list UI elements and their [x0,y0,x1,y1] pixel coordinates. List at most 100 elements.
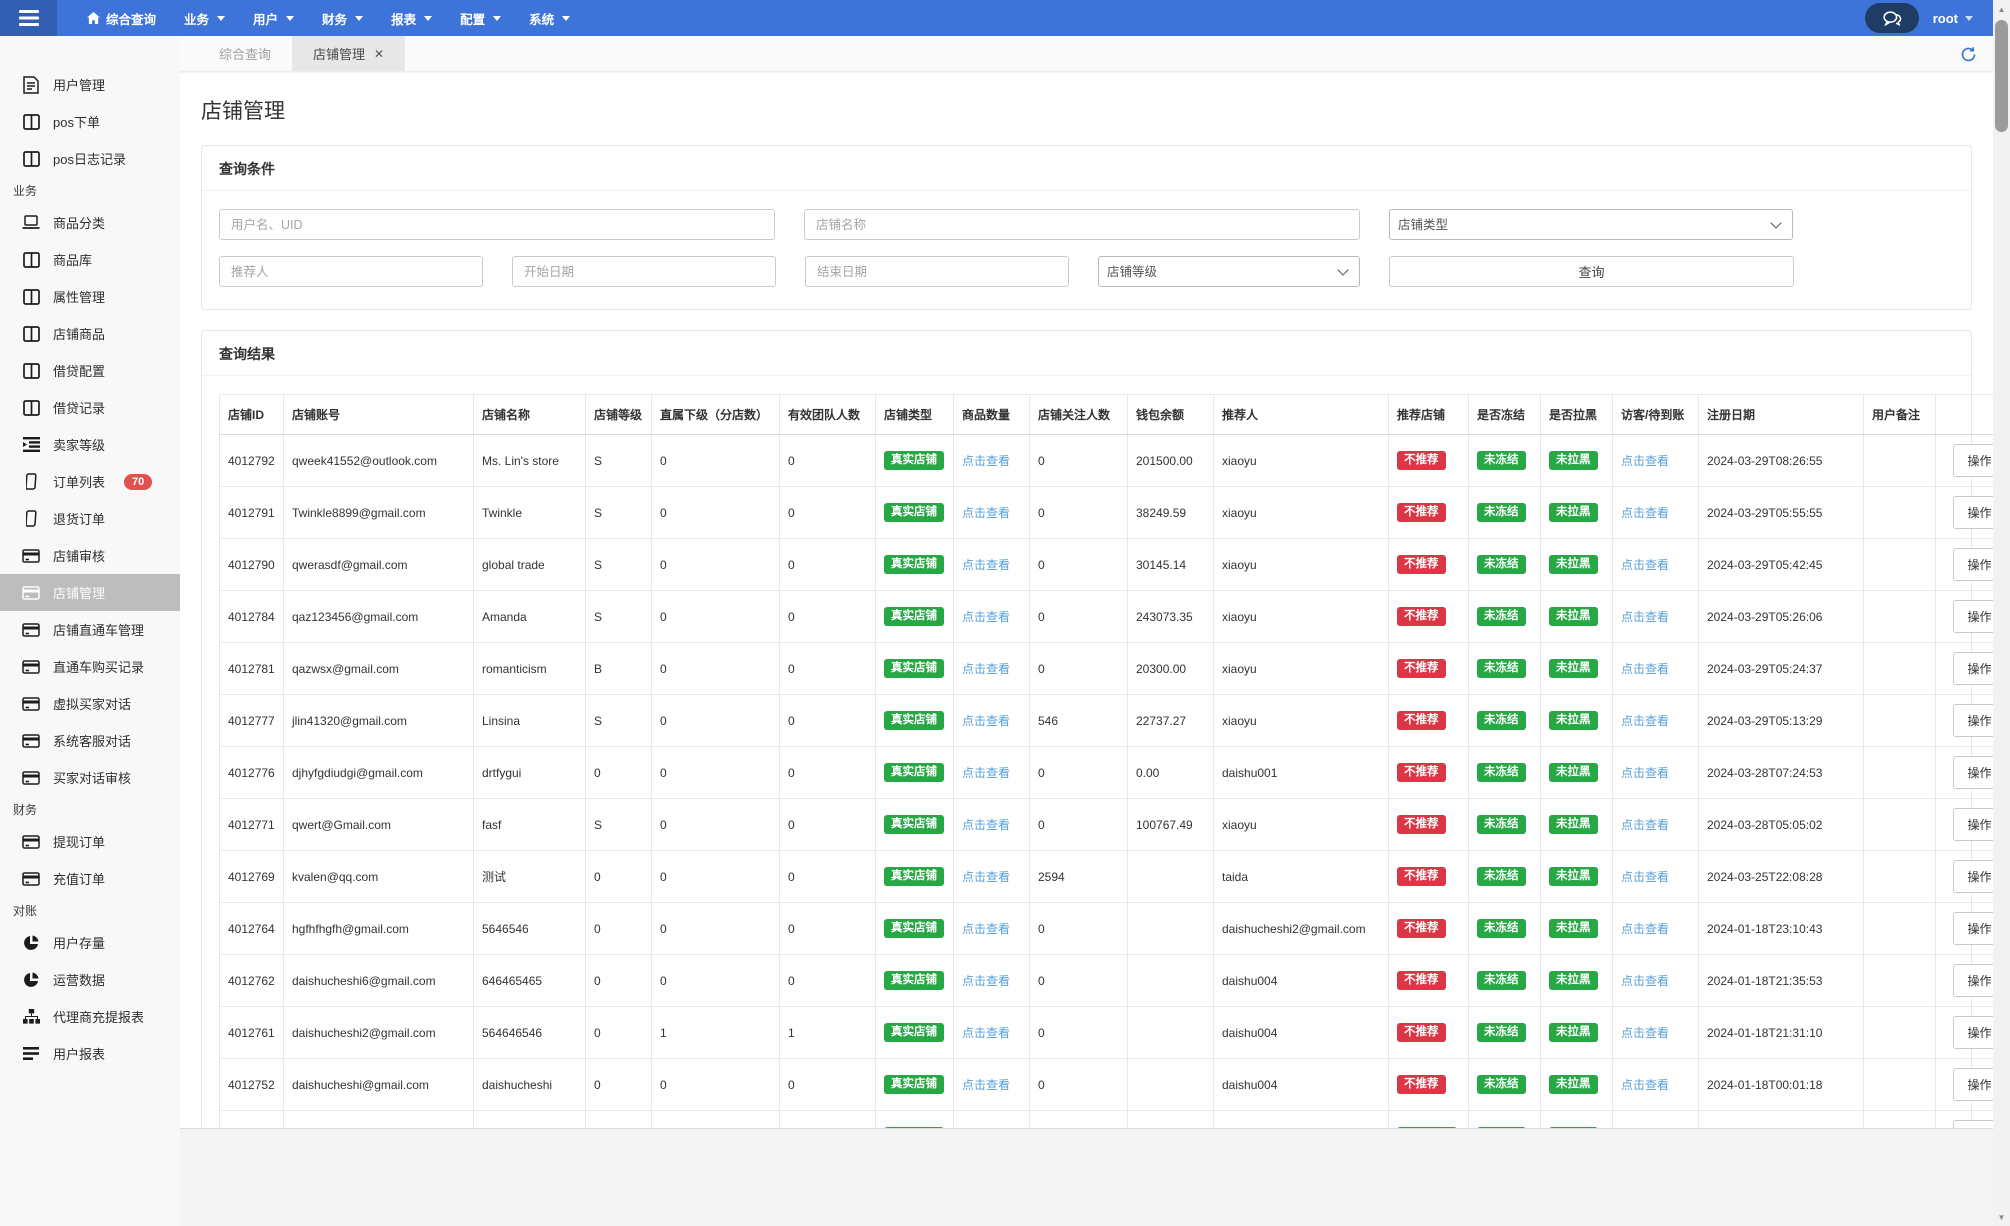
sidebar-item-代理商充提报表[interactable]: 代理商充提报表 [0,998,180,1035]
end-date-input[interactable] [805,256,1069,287]
sidebar-item-商品库[interactable]: 商品库 [0,241,180,278]
shop-type-select[interactable]: 店铺类型 [1389,209,1793,240]
sidebar-item-退货订单[interactable]: 退货订单 [0,500,180,537]
action-button[interactable]: 操作 [1954,601,1993,632]
referrer-input[interactable] [219,256,483,287]
visitor-link[interactable]: 点击查看 [1621,714,1669,728]
sidebar-item-用户报表[interactable]: 用户报表 [0,1035,180,1072]
goods-count-link[interactable]: 点击查看 [962,974,1010,988]
goods-count-link[interactable]: 点击查看 [962,662,1010,676]
vertical-scrollbar[interactable]: ▲ ▼ [1993,0,2010,1226]
sidebar-item-用户存量[interactable]: 用户存量 [0,924,180,961]
action-button[interactable]: 操作 [1954,861,1993,892]
goods-count-link[interactable]: 点击查看 [962,922,1010,936]
visitor-link[interactable]: 点击查看 [1621,922,1669,936]
nav-item-配置[interactable]: 配置 [446,0,515,36]
sidebar-item-卖家等级[interactable]: 卖家等级 [0,426,180,463]
sidebar-item-用户管理[interactable]: 用户管理 [0,66,180,103]
action-button[interactable]: 操作 [1954,809,1993,840]
visitor-link[interactable]: 点击查看 [1621,506,1669,520]
action-button[interactable]: 操作 [1954,653,1993,684]
action-button[interactable]: 操作 [1954,1069,1993,1100]
nav-item-报表[interactable]: 报表 [377,0,446,36]
sidebar-item-充值订单[interactable]: 充值订单 [0,860,180,897]
sidebar-item-pos下单[interactable]: pos下单 [0,103,180,140]
user-uid-input[interactable] [219,209,775,240]
shop-level-select[interactable]: 店铺等级 [1098,256,1360,287]
shop-name: global trade [473,538,586,591]
visitor-link[interactable]: 点击查看 [1621,1078,1669,1092]
action-button[interactable]: 操作 [1954,913,1993,944]
visitor-link[interactable]: 点击查看 [1621,1026,1669,1040]
visitor-link[interactable]: 点击查看 [1621,870,1669,884]
visitor-cell: 点击查看 [1612,850,1699,903]
shop-name-input[interactable] [804,209,1360,240]
action-button[interactable]: 操作 [1954,965,1993,996]
nav-item-系统[interactable]: 系统 [515,0,584,36]
sidebar-item-提现订单[interactable]: 提现订单 [0,823,180,860]
action-split-button: 操作 [1953,1068,1993,1101]
action-button[interactable]: 操作 [1954,497,1993,528]
action-button[interactable]: 操作 [1954,549,1993,580]
visitor-link[interactable]: 点击查看 [1621,558,1669,572]
sidebar-item-虚拟买家对话[interactable]: 虚拟买家对话 [0,685,180,722]
sidebar-item-借贷记录[interactable]: 借贷记录 [0,389,180,426]
results-panel-title: 查询结果 [202,331,1971,376]
sidebar-item-店铺审核[interactable]: 店铺审核 [0,537,180,574]
nav-item-综合查询[interactable]: 综合查询 [73,0,170,36]
scrollbar-thumb[interactable] [1995,20,2008,132]
shop-account: qweek41552@outlook.com [283,434,474,487]
goods-count-link[interactable]: 点击查看 [962,870,1010,884]
scroll-down-arrow-icon[interactable]: ▼ [1993,1208,2010,1226]
sidebar-item-label: 用户存量 [53,936,106,951]
sidebar-item-属性管理[interactable]: 属性管理 [0,278,180,315]
sidebar-item-借贷配置[interactable]: 借贷配置 [0,352,180,389]
action-button[interactable]: 操作 [1954,705,1993,736]
tab-综合查询[interactable]: 综合查询 [198,36,292,71]
close-icon[interactable]: ✕ [374,48,384,60]
sidebar-item-店铺商品[interactable]: 店铺商品 [0,315,180,352]
tab-店铺管理[interactable]: 店铺管理 ✕ [292,36,406,71]
visitor-link[interactable]: 点击查看 [1621,766,1669,780]
action-button[interactable]: 操作 [1954,1017,1993,1048]
recommend-cell: 不推荐 [1388,1058,1469,1111]
search-button[interactable]: 查询 [1389,256,1794,287]
sidebar-item-直通车购买记录[interactable]: 直通车购买记录 [0,648,180,685]
goods-count-link[interactable]: 点击查看 [962,1026,1010,1040]
action-button[interactable]: 操作 [1954,1121,1993,1128]
nav-item-财务[interactable]: 财务 [308,0,377,36]
goods-count-link[interactable]: 点击查看 [962,714,1010,728]
user-remark [1863,1110,1936,1128]
visitor-link[interactable]: 点击查看 [1621,454,1669,468]
sidebar-item-买家对话审核[interactable]: 买家对话审核 [0,759,180,796]
goods-count-link[interactable]: 点击查看 [962,1078,1010,1092]
chat-button[interactable] [1864,3,1919,33]
sidebar-item-店铺直通车管理[interactable]: 店铺直通车管理 [0,611,180,648]
sidebar-item-订单列表[interactable]: 订单列表 70 [0,463,180,500]
start-date-input[interactable] [512,256,776,287]
sidebar-toggle-button[interactable] [0,0,57,36]
action-button[interactable]: 操作 [1954,445,1993,476]
visitor-link[interactable]: 点击查看 [1621,662,1669,676]
not-recommend-badge: 不推荐 [1397,502,1446,523]
goods-count-link[interactable]: 点击查看 [962,766,1010,780]
goods-count-link[interactable]: 点击查看 [962,558,1010,572]
goods-count-link[interactable]: 点击查看 [962,506,1010,520]
sidebar-item-运营数据[interactable]: 运营数据 [0,961,180,998]
visitor-link[interactable]: 点击查看 [1621,818,1669,832]
sidebar-item-系统客服对话[interactable]: 系统客服对话 [0,722,180,759]
refresh-icon[interactable] [1960,36,1977,72]
sidebar-item-店铺管理[interactable]: 店铺管理 [0,574,180,611]
goods-count-link[interactable]: 点击查看 [962,818,1010,832]
sidebar-item-pos日志记录[interactable]: pos日志记录 [0,140,180,177]
nav-item-用户[interactable]: 用户 [239,0,308,36]
user-menu[interactable]: root [1933,11,1973,26]
visitor-link[interactable]: 点击查看 [1621,974,1669,988]
goods-count-link[interactable]: 点击查看 [962,610,1010,624]
scroll-up-arrow-icon[interactable]: ▲ [1993,0,2010,18]
nav-item-业务[interactable]: 业务 [170,0,239,36]
sidebar-item-商品分类[interactable]: 商品分类 [0,204,180,241]
visitor-link[interactable]: 点击查看 [1621,610,1669,624]
goods-count-link[interactable]: 点击查看 [962,454,1010,468]
action-button[interactable]: 操作 [1954,757,1993,788]
